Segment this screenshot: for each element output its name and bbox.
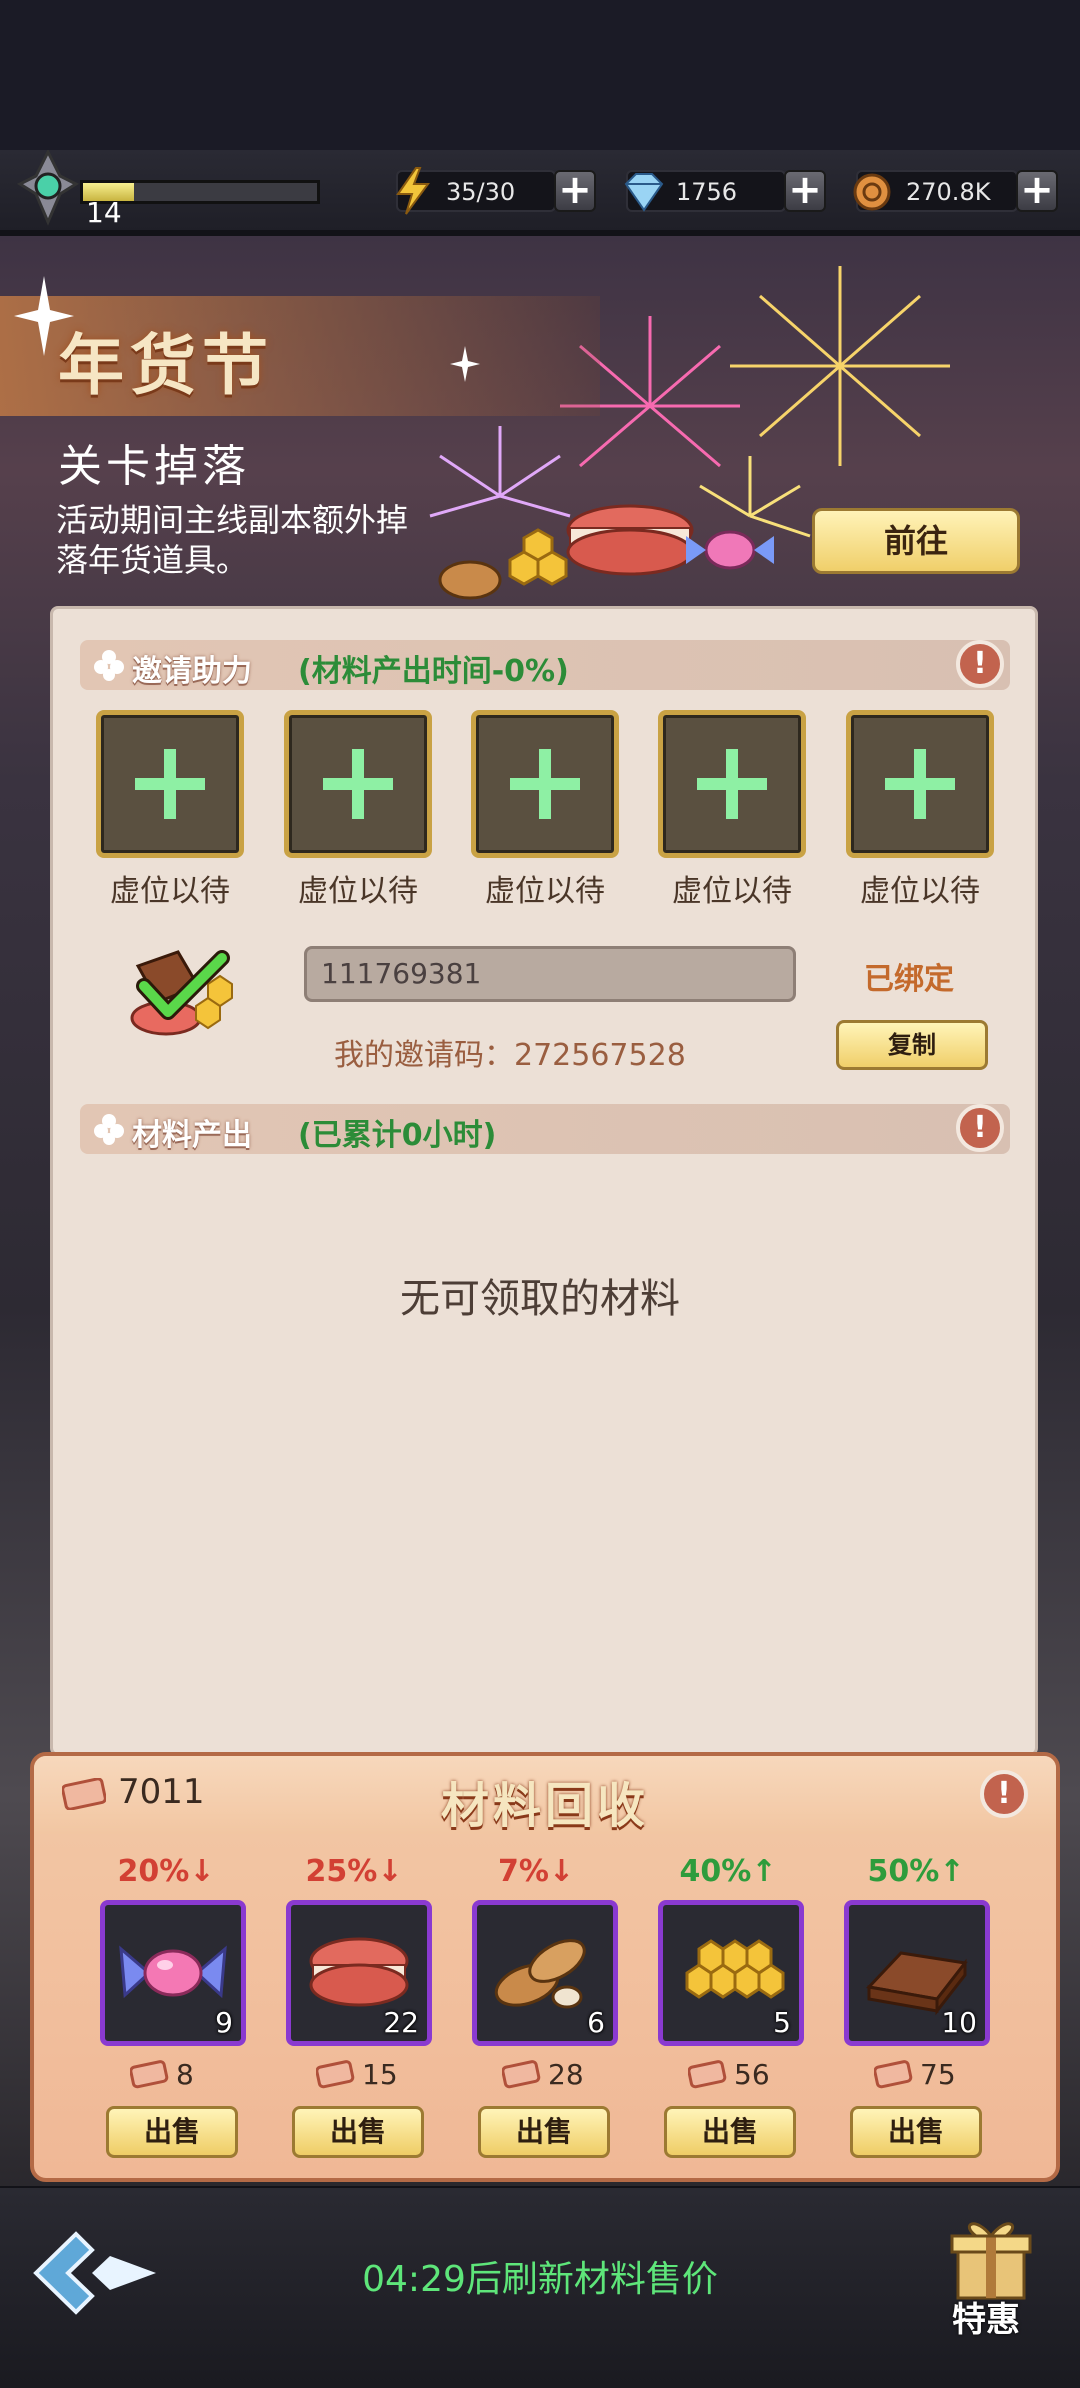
my-invite-code: 我的邀请码：272567528 bbox=[334, 1038, 686, 1073]
level-emblem-icon bbox=[16, 150, 80, 226]
special-offer-label[interactable]: 特惠 bbox=[952, 2292, 1020, 2341]
output-header-hint: (已累计0小时) bbox=[298, 1118, 497, 1153]
price-trend-honeycomb: 40%↑ bbox=[679, 1854, 777, 1889]
price-value: 75 bbox=[920, 2058, 956, 2091]
candy-icon bbox=[119, 1945, 227, 1999]
recycle-info-icon[interactable]: ! bbox=[980, 1770, 1028, 1818]
sell-button-chocolate[interactable]: 出售 bbox=[850, 2106, 982, 2158]
event-title: 年货节 bbox=[58, 327, 274, 404]
invite-header-title: 邀请助力 bbox=[132, 654, 252, 689]
ticket-icon bbox=[316, 2060, 355, 2089]
ticket-icon bbox=[874, 2060, 913, 2089]
invite-section-header: 邀请助力 (材料产出时间-0%) ! bbox=[80, 640, 1010, 690]
material-item-macaron[interactable]: 22 bbox=[286, 1900, 432, 2046]
add-gems-button[interactable]: + bbox=[784, 170, 826, 212]
bound-status: 已绑定 bbox=[864, 962, 954, 997]
ticket-icon bbox=[688, 2060, 727, 2089]
price-trend-macaron: 25%↓ bbox=[305, 1854, 403, 1889]
item-quantity: 6 bbox=[587, 2006, 605, 2039]
price-trend-chocolate: 50%↑ bbox=[867, 1854, 965, 1889]
item-quantity: 10 bbox=[941, 2006, 977, 2039]
flower-icon bbox=[94, 1114, 124, 1145]
recycle-title: 材料回收 bbox=[440, 1778, 649, 1834]
invite-slot-1[interactable] bbox=[96, 710, 244, 858]
invite-info-icon[interactable]: ! bbox=[956, 640, 1004, 688]
goto-button[interactable]: 前往 bbox=[812, 508, 1020, 574]
output-info-icon[interactable]: ! bbox=[956, 1104, 1004, 1152]
item-quantity: 9 bbox=[215, 2006, 233, 2039]
coin-icon bbox=[853, 173, 891, 211]
diamond-icon bbox=[624, 173, 664, 212]
invite-slot-label: 虚位以待 bbox=[485, 874, 605, 909]
price-value: 28 bbox=[548, 2058, 584, 2091]
price-value: 8 bbox=[176, 2058, 194, 2091]
add-coins-button[interactable]: + bbox=[1016, 170, 1058, 212]
gem-value: 1756 bbox=[676, 178, 738, 206]
output-header-title: 材料产出 bbox=[132, 1118, 252, 1153]
price-value: 15 bbox=[362, 2058, 398, 2091]
event-description: 活动期间主线副本额外掉落年货道具。 bbox=[56, 501, 409, 579]
flower-icon bbox=[94, 650, 124, 681]
material-item-chocolate[interactable]: 10 bbox=[844, 1900, 990, 2046]
bound-invite-id-field[interactable]: 111769381 bbox=[304, 946, 796, 1002]
plus-icon bbox=[885, 749, 955, 819]
sell-button-candy[interactable]: 出售 bbox=[106, 2106, 238, 2158]
item-quantity: 5 bbox=[773, 2006, 791, 2039]
price-refresh-timer: 04:29后刷新材料售价 bbox=[362, 2259, 718, 2300]
add-energy-button[interactable]: + bbox=[554, 170, 596, 212]
item-quantity: 22 bbox=[383, 2006, 419, 2039]
almond-icon bbox=[494, 1939, 586, 2009]
material-item-candy[interactable]: 9 bbox=[100, 1900, 246, 2046]
invite-header-hint: (材料产出时间-0%) bbox=[298, 654, 569, 689]
price-trend-candy: 20%↓ bbox=[117, 1854, 215, 1889]
energy-counter: 35/30 + bbox=[396, 167, 596, 215]
invite-slot-label: 虚位以待 bbox=[110, 874, 230, 909]
invite-slot-5[interactable] bbox=[846, 710, 994, 858]
gem-counter: 1756 + bbox=[624, 170, 826, 212]
ticket-icon bbox=[502, 2060, 541, 2089]
price-value: 56 bbox=[734, 2058, 770, 2091]
material-item-almond[interactable]: 6 bbox=[472, 1900, 618, 2046]
plus-icon bbox=[697, 749, 767, 819]
plus-icon bbox=[323, 749, 393, 819]
sell-button-almond[interactable]: 出售 bbox=[478, 2106, 610, 2158]
material-item-honeycomb[interactable]: 5 bbox=[658, 1900, 804, 2046]
copy-button[interactable]: 复制 bbox=[836, 1020, 988, 1070]
honeycomb-icon bbox=[685, 1939, 785, 1999]
small-sparkle-icon bbox=[450, 346, 480, 382]
status-bar-area bbox=[0, 0, 1080, 150]
invite-slot-label: 虚位以待 bbox=[860, 874, 980, 909]
invite-slot-label: 虚位以待 bbox=[298, 874, 418, 909]
sell-button-honeycomb[interactable]: 出售 bbox=[664, 2106, 796, 2158]
empty-materials-message: 无可领取的材料 bbox=[400, 1276, 680, 1322]
coin-counter: 270.8K + bbox=[853, 170, 1058, 212]
energy-value: 35/30 bbox=[446, 178, 516, 206]
invite-slot-3[interactable] bbox=[471, 710, 619, 858]
output-section-header: 材料产出 (已累计0小时) ! bbox=[80, 1104, 1010, 1154]
player-level: 14 bbox=[86, 196, 122, 229]
plus-icon bbox=[510, 749, 580, 819]
price-trend-almond: 7%↓ bbox=[497, 1854, 575, 1889]
plus-icon bbox=[135, 749, 205, 819]
lightning-icon bbox=[396, 167, 430, 215]
treats-illustration bbox=[438, 504, 774, 600]
event-subtitle: 关卡掉落 bbox=[58, 441, 250, 492]
invite-slot-4[interactable] bbox=[658, 710, 806, 858]
coin-value: 270.8K bbox=[906, 178, 991, 206]
sell-button-macaron[interactable]: 出售 bbox=[292, 2106, 424, 2158]
invite-slot-label: 虚位以待 bbox=[672, 874, 792, 909]
treats-check-icon bbox=[130, 950, 233, 1036]
invite-slot-2[interactable] bbox=[284, 710, 432, 858]
ticket-icon bbox=[130, 2060, 169, 2089]
